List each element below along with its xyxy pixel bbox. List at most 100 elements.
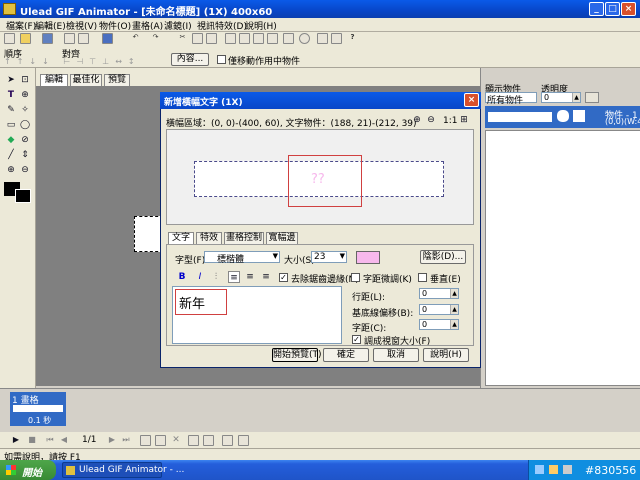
menu-video-effects[interactable]: 視訊特效(D) (197, 19, 247, 32)
redo-icon[interactable]: ↷ (150, 33, 161, 44)
clone-tool-icon[interactable]: ⊘ (19, 134, 31, 146)
tab-edit[interactable]: 編輯 (40, 74, 68, 86)
menu-frame[interactable]: 畫格(A) (132, 19, 163, 32)
dialog-tab-text[interactable]: 文字 (168, 232, 194, 244)
cancel-button[interactable]: 取消 (373, 348, 419, 362)
frame-thumbnail[interactable]: 1 畫格 0.1 秒 (10, 392, 66, 426)
object-list-item[interactable]: 物件 - 1 (0,0)(W:40 (485, 106, 640, 128)
eraser-icon[interactable]: ▭ (5, 119, 17, 131)
frame-panel-icon[interactable] (225, 33, 236, 44)
order-align-icons[interactable]: ↑↑↓↓ ⊢⊣⊤⊥↔↕ (4, 57, 184, 67)
text-color-swatch[interactable] (356, 251, 380, 264)
italic-button[interactable]: I (194, 271, 206, 283)
next-frame-icon[interactable]: ▶ (106, 434, 118, 446)
dialog-zoom-in-icon[interactable]: ⊕ (411, 114, 423, 126)
open-folder-icon[interactable] (20, 33, 31, 44)
size-select[interactable]: 23 ▼ (311, 251, 347, 263)
background-color-swatch[interactable] (15, 189, 31, 203)
kerning-checkbox[interactable] (351, 273, 360, 282)
undo-icon[interactable]: ↶ (130, 33, 141, 44)
zoom-out-icon[interactable]: ⊖ (19, 164, 31, 176)
play-icon[interactable]: ▶ (10, 434, 22, 446)
fit-window-icon[interactable]: ⊞ (458, 114, 470, 126)
tab-preview[interactable]: 預覽 (104, 74, 130, 86)
menu-view[interactable]: 檢視(V) (66, 19, 97, 32)
move-active-only-checkbox[interactable] (217, 55, 226, 64)
dialog-preview[interactable]: ?? (166, 129, 474, 225)
menu-object[interactable]: 物件(O) (99, 19, 131, 32)
anti-alias-checkbox[interactable]: ✓ (279, 273, 288, 282)
maximize-button[interactable]: □ (605, 2, 620, 16)
baseline-spinner[interactable]: 0 ▲ (419, 304, 459, 315)
tray-icon-speaker[interactable] (549, 465, 558, 474)
stop-icon[interactable]: ■ (26, 434, 38, 446)
menu-file[interactable]: 檔案(F) (6, 19, 36, 32)
help-button[interactable]: 說明(H) (423, 348, 469, 362)
text-object-highlight[interactable] (288, 155, 362, 207)
align-left-icon[interactable]: ≡ (228, 271, 240, 283)
close-button[interactable]: × (621, 2, 636, 16)
crop-icon[interactable] (267, 33, 278, 44)
taskbar-item-gif-animator[interactable]: Ulead GIF Animator - ... (62, 462, 184, 478)
start-preview-button[interactable]: 開始預覽(T) (272, 348, 322, 362)
eye-icon[interactable] (557, 110, 569, 122)
tray-icon-network[interactable] (535, 465, 544, 474)
brush-tool-icon[interactable]: ✎ (5, 104, 17, 116)
new-file-icon[interactable] (4, 33, 15, 44)
save-icon[interactable] (42, 33, 53, 44)
tray-icon-ime[interactable] (563, 465, 572, 474)
bold-button[interactable]: B (176, 271, 188, 283)
vertical-checkbox[interactable] (418, 273, 427, 282)
opacity-slider-button[interactable] (585, 92, 599, 103)
cut-icon[interactable]: ✂ (177, 33, 188, 44)
tab-optimize[interactable]: 最佳化 (70, 74, 102, 86)
last-frame-icon[interactable]: ⏭ (120, 434, 132, 446)
align-right-icon[interactable]: ≡ (260, 271, 272, 283)
dialog-close-button[interactable]: × (464, 93, 479, 107)
zoom-in-icon[interactable]: ⊕ (5, 164, 17, 176)
first-frame-icon[interactable]: ⏮ (44, 434, 56, 446)
duplicate-frame-icon[interactable] (155, 435, 166, 446)
start-button[interactable]: 開始 (0, 460, 56, 480)
help-pointer-icon[interactable]: ? (347, 33, 358, 44)
copy-icon[interactable] (192, 33, 203, 44)
delete-frame-icon[interactable]: ✕ (170, 434, 182, 446)
align-center-icon[interactable]: ≡ (244, 271, 256, 283)
menu-filter[interactable]: 濾鏡(I) (164, 19, 192, 32)
dialog-zoom-out-icon[interactable]: ⊖ (425, 114, 437, 126)
prev-frame-icon[interactable]: ◀ (58, 434, 70, 446)
rotate-icon[interactable] (283, 33, 294, 44)
dialog-tab-effects[interactable]: 特效 (196, 232, 222, 244)
content-button[interactable]: 內容... (171, 53, 209, 66)
object-panel-icon[interactable] (239, 33, 250, 44)
shadow-button[interactable]: 陰影(D)... (420, 250, 466, 264)
resize-icon[interactable] (253, 33, 264, 44)
banner-frame-icon[interactable] (203, 435, 214, 446)
autofit-checkbox[interactable]: ✓ (352, 335, 361, 344)
paste-icon[interactable] (206, 33, 217, 44)
pick-tool-icon[interactable]: ➤ (5, 74, 17, 86)
add-frame-button-icon[interactable] (140, 435, 151, 446)
lasso-tool-icon[interactable]: ⊕ (19, 89, 31, 101)
text-input-area[interactable]: 新年 (172, 286, 342, 344)
ok-button[interactable]: 確定 (323, 348, 369, 362)
export-icon[interactable] (102, 33, 113, 44)
banner-text-icon[interactable] (331, 33, 342, 44)
text-tool-icon[interactable]: T (5, 89, 17, 101)
menu-edit[interactable]: 編輯(E) (35, 19, 66, 32)
tween-icon[interactable] (188, 435, 199, 446)
show-objects-select[interactable]: 所有物件 (485, 92, 537, 106)
color-icon[interactable] (299, 33, 310, 44)
fill-tool-icon[interactable]: ◆ (5, 134, 17, 146)
insert-image-icon[interactable] (64, 33, 75, 44)
wizard-icon[interactable] (317, 33, 328, 44)
line-spacing-spinner[interactable]: 0 ▲ (419, 288, 459, 299)
dialog-tab-border[interactable]: 寬幅邊 (266, 232, 298, 244)
char-spacing-spinner[interactable]: 0 ▲ (419, 319, 459, 330)
lock-icon[interactable] (573, 110, 585, 122)
size-dropdown-arrow-icon[interactable]: ▼ (340, 252, 345, 260)
menu-help[interactable]: 說明(H) (245, 19, 277, 32)
eyedropper-icon[interactable]: ╱ (5, 149, 17, 161)
zoom-ratio[interactable]: 1:1 (443, 116, 457, 126)
add-frame-icon[interactable] (78, 33, 89, 44)
